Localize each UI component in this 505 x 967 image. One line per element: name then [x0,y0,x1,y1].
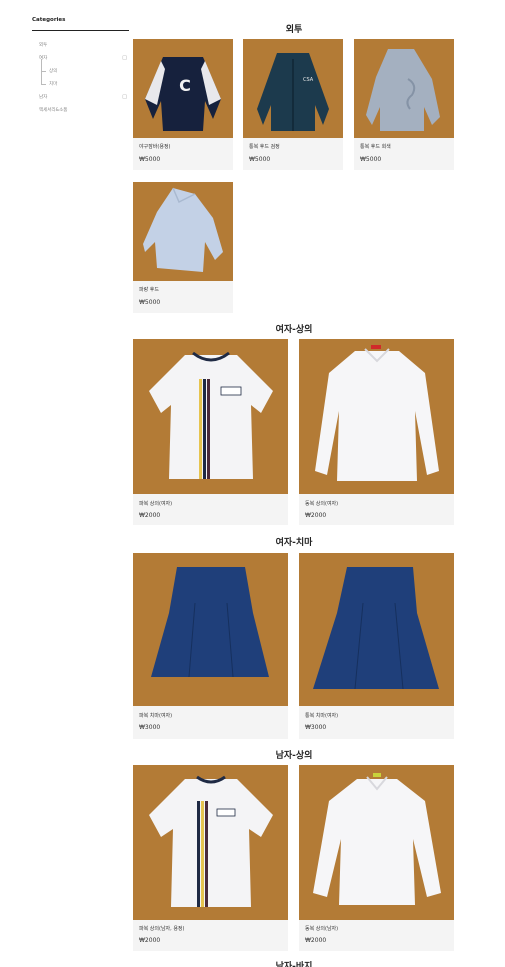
product-photo-boys-long-sleeve-shirt[interactable] [299,765,454,920]
category-label: 외투 [39,43,48,48]
product-price: ₩5000 [360,156,382,163]
category-label: 액세서리&소품 [39,108,68,113]
category-boys[interactable]: 남자 □ [32,91,129,104]
product-card[interactable]: 파복 치마(여자) ₩3000 [133,553,288,739]
product-card[interactable]: 통복 후드 회색 ₩5000 [354,39,454,170]
expand-toggle-icon[interactable]: □ [122,52,127,65]
expand-toggle-icon[interactable]: □ [122,91,127,104]
product-name[interactable]: 동복 상의(남자) [305,925,338,932]
section-title-girls-tops: 여자-상의 [275,325,313,335]
category-sidebar: Categories 외투 여자 □ 상의 치마 남자 □ 액세서리&소품 [32,17,129,117]
product-price: ₩2000 [305,512,327,519]
product-photo-navy-skirt-2[interactable] [299,553,454,706]
product-card[interactable]: 통복 치마(여자) ₩3000 [299,553,454,739]
product-name[interactable]: 파복 상의(남자, 용정) [139,925,184,932]
category-label: 남자 [39,95,48,100]
product-name[interactable]: 통복 후드 검정 [249,143,280,150]
product-name[interactable]: 파복 치마(여자) [139,712,172,719]
section-title-boys-pants: 남자-바지 [275,962,313,967]
product-photo-girls-short-sleeve-blouse[interactable] [133,339,288,494]
product-name[interactable]: 동복 상의(여자) [305,500,338,507]
product-card[interactable]: 파복 상의(남자, 용정) ₩2000 [133,765,288,951]
product-card[interactable]: 파복 상의(여자) ₩2000 [133,339,288,525]
section-title-girls-skirts: 여자-치마 [275,538,313,548]
sidebar-title: Categories [32,17,129,31]
product-name[interactable]: 통복 후드 회색 [360,143,391,150]
category-girls[interactable]: 여자 □ [32,52,129,65]
product-price: ₩2000 [305,937,327,944]
product-card[interactable]: CSA 통복 후드 검정 ₩5000 [243,39,343,170]
product-card[interactable]: 동복 상의(여자) ₩2000 [299,339,454,525]
category-list: 외투 여자 □ 상의 치마 남자 □ 액세서리&소품 [32,39,129,117]
product-photo-navy-zip-hoodie[interactable]: CSA [243,39,343,138]
product-price: ₩5000 [249,156,271,163]
product-photo-gray-hoodie[interactable] [354,39,454,138]
svg-text:CSA: CSA [303,77,314,83]
product-photo-girls-long-sleeve-blouse[interactable] [299,339,454,494]
category-label: 상의 [49,69,58,74]
category-girls-skirts[interactable]: 치마 [32,72,129,91]
product-photo-boys-short-sleeve-shirt[interactable] [133,765,288,920]
product-price: ₩5000 [139,156,161,163]
product-photo-varsity-jacket[interactable]: C [133,39,233,138]
product-price: ₩2000 [139,512,161,519]
product-card[interactable]: C 야구잠바(용정) ₩5000 [133,39,233,170]
product-card[interactable]: 파랑 후드 ₩5000 [133,182,233,313]
product-price: ₩3000 [139,724,161,731]
product-name[interactable]: 통복 치마(여자) [305,712,338,719]
product-price: ₩5000 [139,299,161,306]
product-name[interactable]: 파복 상의(여자) [139,500,172,507]
product-photo-navy-skirt[interactable] [133,553,288,706]
svg-text:C: C [179,76,191,95]
product-photo-light-blue-hoodie[interactable] [133,182,233,281]
section-title-boys-tops: 남자-상의 [275,751,313,761]
category-girls-tops[interactable]: 상의 [32,59,129,78]
product-price: ₩3000 [305,724,327,731]
product-name[interactable]: 야구잠바(용정) [139,143,171,150]
product-name[interactable]: 파랑 후드 [139,286,159,293]
section-title-outerwear: 외투 [285,25,303,35]
product-price: ₩2000 [139,937,161,944]
category-outerwear[interactable]: 외투 [32,39,129,52]
category-label: 치마 [49,82,58,87]
category-accessories[interactable]: 액세서리&소품 [32,104,129,117]
product-card[interactable]: 동복 상의(남자) ₩2000 [299,765,454,951]
